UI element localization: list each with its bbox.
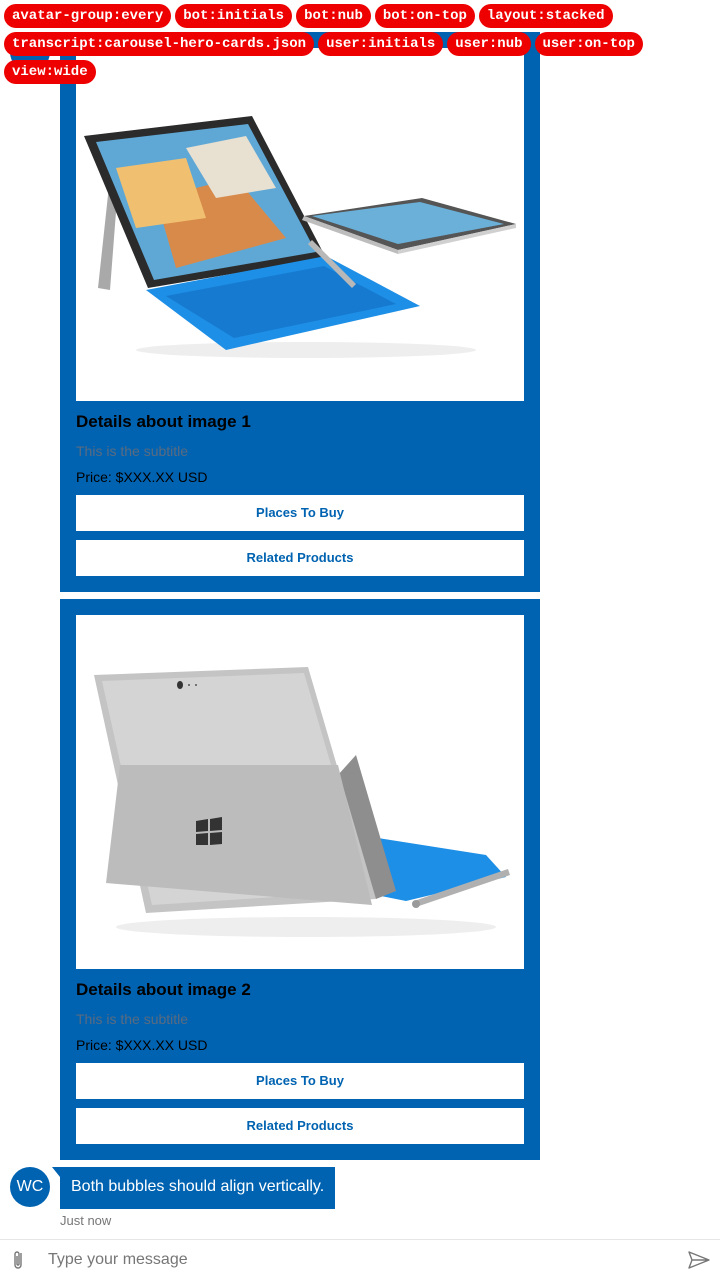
tag-chip: transcript:carousel-hero-cards.json — [4, 32, 315, 56]
tag-chip: bot:nub — [296, 4, 371, 28]
tag-chip: view:wide — [4, 60, 96, 84]
places-to-buy-button[interactable]: Places To Buy — [76, 1063, 524, 1099]
hero-card: Details about image 2 This is the subtit… — [60, 599, 540, 1160]
tag-chip: avatar-group:every — [4, 4, 172, 28]
card-subtitle: This is the subtitle — [76, 1011, 189, 1027]
places-to-buy-button[interactable]: Places To Buy — [76, 495, 524, 531]
surface-laptop-illustration — [84, 116, 516, 358]
card-title: Details about image 1 — [76, 412, 251, 431]
card-image — [76, 615, 524, 969]
bubble-nub — [52, 1167, 60, 1177]
related-products-button[interactable]: Related Products — [76, 540, 524, 576]
tag-chip: bot:initials — [175, 4, 293, 28]
message-input[interactable] — [48, 1246, 668, 1274]
surface-back-illustration — [94, 667, 510, 937]
message-bubble: Both bubbles should align vertically. — [60, 1167, 336, 1209]
tag-chip: bot:on-top — [374, 4, 475, 28]
tag-list: avatar-group:every bot:initials bot:nub … — [4, 4, 716, 84]
hero-card: Details about image 1 This is the subtit… — [60, 32, 540, 592]
send-icon[interactable] — [686, 1248, 712, 1272]
attachment-icon[interactable] — [8, 1248, 32, 1272]
tag-chip: user:initials — [318, 32, 444, 56]
card-title: Details about image 2 — [76, 980, 251, 999]
card-subtitle: This is the subtitle — [76, 443, 189, 459]
tag-chip: layout:stacked — [478, 4, 613, 28]
related-products-button[interactable]: Related Products — [76, 1108, 524, 1144]
card-price: Price: $XXX.XX USD — [76, 1037, 208, 1053]
message-timestamp: Just now — [60, 1213, 112, 1228]
tag-chip: user:on-top — [534, 32, 643, 56]
tag-chip: user:nub — [447, 32, 531, 56]
send-box — [0, 1239, 720, 1281]
card-image — [76, 48, 524, 401]
card-price: Price: $XXX.XX USD — [76, 469, 208, 485]
avatar-initials: WC — [16, 1178, 44, 1195]
user-avatar: WC — [10, 1167, 50, 1207]
